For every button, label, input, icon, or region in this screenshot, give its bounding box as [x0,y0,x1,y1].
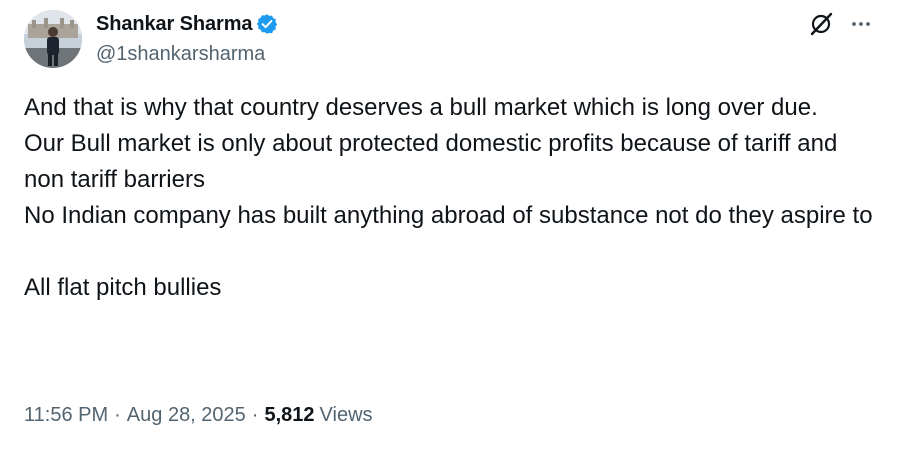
tweet-meta: 11:56 PM · Aug 28, 2025 · 5,812 Views [24,404,373,427]
display-name[interactable]: Shankar Sharma [96,13,253,36]
author-info: Shankar Sharma @1shankarsharma [96,11,278,66]
tweet-line: All flat pitch bullies [24,274,222,301]
views-label: Views [319,404,373,426]
avatar[interactable] [24,10,82,68]
author-handle[interactable]: @1shankarsharma [96,43,278,66]
tweet-line: And that is why that country deserves a … [24,94,818,121]
tweet-time[interactable]: 11:56 PM [24,404,108,427]
tweet-line-blank [24,234,874,270]
grok-icon[interactable] [807,10,835,38]
verified-badge-icon[interactable] [256,13,278,35]
name-row: Shankar Sharma [96,11,278,37]
tweet-line: Our Bull market is only about protected … [24,130,844,193]
tweet-text: And that is why that country deserves a … [24,90,874,306]
more-icon[interactable] [847,10,875,38]
top-actions [807,10,875,38]
meta-separator: · [251,404,259,426]
meta-separator: · [114,404,121,426]
tweet-date[interactable]: Aug 28, 2025 [127,404,246,427]
tweet-card: Shankar Sharma @1shankarsharma And that … [0,0,905,449]
views-count: 5,812 [264,404,315,426]
tweet-line: No Indian company has built anything abr… [24,202,873,229]
